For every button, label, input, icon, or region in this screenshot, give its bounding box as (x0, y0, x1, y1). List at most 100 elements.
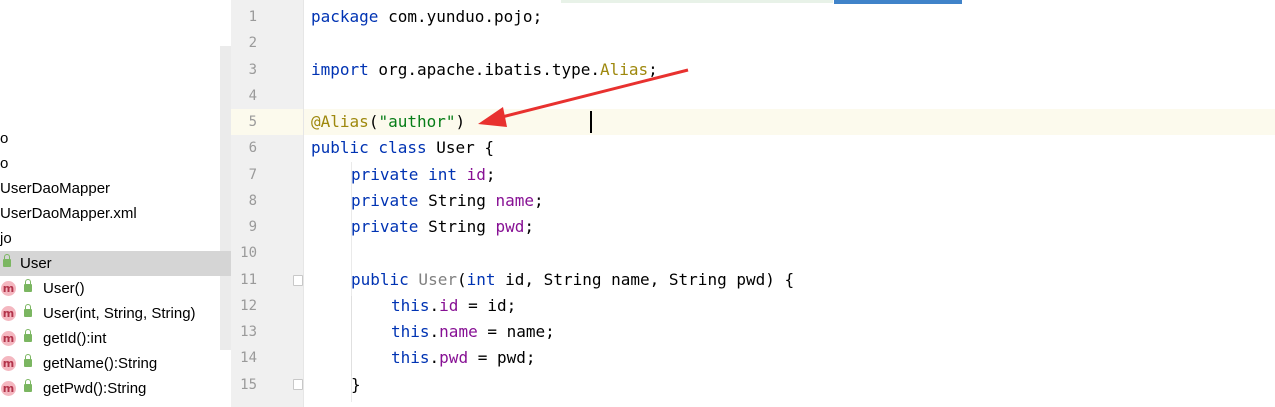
method-icon: m (1, 356, 16, 371)
code-line-13[interactable]: this.name = name; (391, 319, 555, 345)
code-text: ( (456, 270, 467, 289)
keyword: this (391, 322, 430, 341)
line-number: 4 (248, 88, 257, 104)
tree-item-method-user[interactable]: m User() (0, 276, 231, 301)
field-name: name (439, 322, 478, 341)
code-line-9[interactable]: private String pwd; (351, 214, 534, 240)
string-literal: "author" (378, 112, 456, 131)
annotation: @Alia (311, 112, 360, 131)
gutter-divider (303, 0, 304, 407)
code-text: ; (485, 165, 496, 184)
fold-marker[interactable] (293, 379, 303, 390)
keyword: this (391, 296, 430, 315)
keyword: this (391, 348, 430, 367)
tree-item-method-getpwd[interactable]: m getPwd():String (0, 376, 231, 401)
code-text: ( (368, 112, 379, 131)
line-number: 9 (248, 219, 257, 235)
tree-item-label: jo (0, 230, 12, 247)
active-editor-tab-indicator (834, 0, 962, 4)
tree-item-method-user-ctor[interactable]: m User(int, String, String) (0, 301, 231, 326)
method-icon: m (1, 381, 16, 396)
code-line-15[interactable]: } (351, 372, 361, 398)
line-number: 8 (248, 193, 257, 209)
tree-item-pojo-1[interactable]: o (0, 126, 231, 151)
code-line-6[interactable]: public class User { (311, 135, 494, 161)
line-number: 5 (248, 114, 257, 130)
code-text: com.yunduo.pojo; (378, 7, 543, 26)
text-caret (590, 111, 592, 133)
field-name: id (466, 165, 486, 184)
editor-tab-indicator (561, 0, 833, 3)
tree-item-label: User (20, 255, 52, 272)
field-name: pwd (495, 217, 525, 236)
tree-item-label: o (0, 130, 9, 147)
field-name: id (439, 296, 459, 315)
keyword: public (351, 270, 409, 289)
line-number: 1 (248, 9, 257, 25)
keyword: private (351, 191, 419, 210)
code-text: ; (648, 60, 658, 79)
field-name: pwd (439, 348, 469, 367)
code-line-3[interactable]: import org.apache.ibatis.type.Alias; (311, 57, 658, 83)
code-line-12[interactable]: this.id = id; (391, 293, 516, 319)
line-number: 2 (248, 35, 257, 51)
code-text: ; (534, 191, 544, 210)
line-number: 11 (240, 272, 257, 288)
code-editor[interactable]: 1 2 3 4 5 6 7 8 9 10 11 12 13 14 15 pack… (231, 0, 1275, 407)
annotation: s (359, 112, 369, 131)
code-text: = id; (458, 296, 517, 315)
code-line-11[interactable]: public User(int id, String name, String … (351, 267, 794, 293)
code-text: id, String name, String pwd) { (495, 270, 795, 289)
line-number: 13 (240, 324, 257, 340)
public-lock-icon (24, 354, 32, 367)
method-icon: m (1, 281, 16, 296)
tree-item-method-getid[interactable]: m getId():int (0, 326, 231, 351)
line-number: 3 (248, 62, 257, 78)
line-number: 15 (240, 377, 257, 393)
public-lock-icon (24, 329, 32, 342)
structure-panel: o o UserDaoMapper UserDaoMapper.xml jo U… (0, 0, 231, 407)
constructor-name: User (408, 270, 457, 289)
tree-item-label: getId():int (43, 330, 107, 347)
tree-item-pojo-2[interactable]: o (0, 151, 231, 176)
public-lock-icon (24, 304, 32, 317)
code-line-8[interactable]: private String name; (351, 188, 544, 214)
tree-item-label: getName():String (43, 355, 158, 372)
tree-item-userdaomapper-xml[interactable]: UserDaoMapper.xml (0, 201, 231, 226)
code-line-5[interactable]: @Alias("author") (311, 109, 465, 135)
field-name: name (495, 191, 535, 210)
code-text: = name; (477, 322, 555, 341)
tree-item-label: User() (43, 280, 85, 297)
tree-item-label: getPwd():String (43, 380, 147, 397)
public-lock-icon (24, 379, 32, 392)
keyword: package (311, 7, 379, 26)
public-lock-icon (24, 279, 32, 292)
method-icon: m (1, 331, 16, 346)
annotation-class: Alias (599, 60, 649, 79)
keyword: import (311, 60, 369, 79)
keyword: int (466, 270, 496, 289)
code-line-1[interactable]: package com.yunduo.pojo; (311, 4, 542, 30)
tree-item-method-getname[interactable]: m getName():String (0, 351, 231, 376)
public-lock-icon (3, 254, 11, 267)
code-text: . (429, 296, 440, 315)
code-text: . (429, 322, 440, 341)
line-number: 14 (240, 350, 257, 366)
tree-item-label: User(int, String, String) (43, 305, 196, 322)
tree-item-userdaomapper[interactable]: UserDaoMapper (0, 176, 231, 201)
code-line-7[interactable]: private int id; (351, 162, 496, 188)
code-text: User { (426, 138, 495, 157)
keyword: public class (311, 138, 427, 157)
tree-item-user-class[interactable]: User (0, 251, 231, 276)
code-text: String (418, 217, 496, 236)
code-text: org.apache.ibatis.type. (368, 60, 600, 79)
code-text: = pwd; (468, 348, 536, 367)
code-text: } (351, 375, 361, 394)
tree-item-label: o (0, 155, 9, 172)
line-number: 6 (248, 140, 257, 156)
line-number: 12 (240, 298, 257, 314)
code-line-14[interactable]: this.pwd = pwd; (391, 345, 536, 371)
code-text: ; (524, 217, 535, 236)
fold-marker[interactable] (293, 275, 303, 286)
tree-item-pojo-package[interactable]: jo (0, 226, 231, 251)
